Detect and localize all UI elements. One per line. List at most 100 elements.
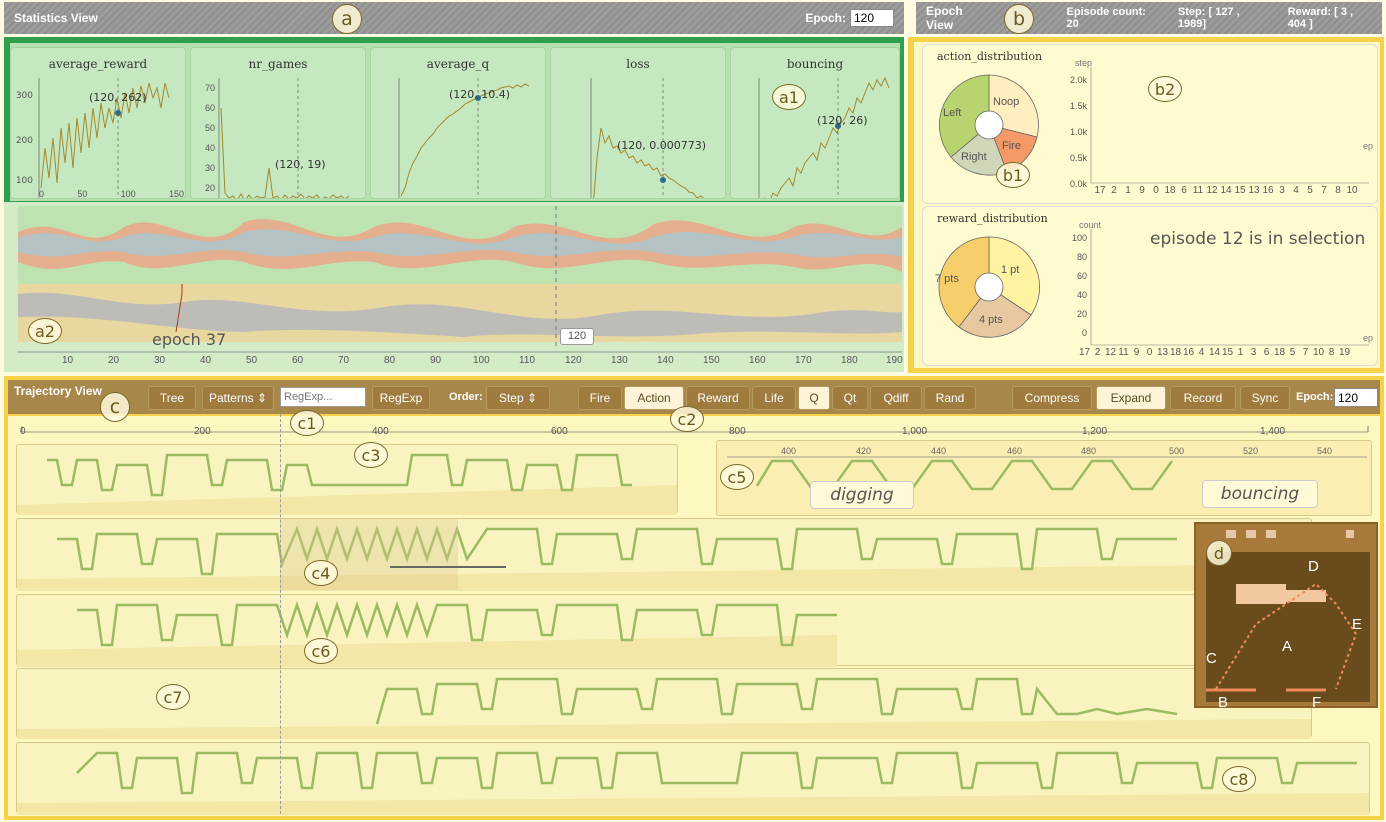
game-label-a: A bbox=[1282, 638, 1293, 655]
trajectory-line bbox=[17, 525, 1311, 591]
xtick: 16 bbox=[1182, 347, 1195, 358]
epoch-label: Epoch: bbox=[805, 11, 846, 25]
order-select[interactable]: Step ⇕ bbox=[486, 386, 550, 410]
rand-button[interactable]: Rand bbox=[924, 386, 976, 410]
xtick: 14 bbox=[1208, 347, 1221, 358]
xlabel: ep bbox=[1363, 333, 1374, 343]
action-button[interactable]: Action bbox=[624, 386, 684, 410]
xtick: 4 bbox=[1293, 185, 1299, 196]
game-label-b: B bbox=[1218, 694, 1229, 711]
xtick: 20 bbox=[108, 355, 120, 366]
action-distribution-card[interactable]: action_distribution Left Noop Fire Right… bbox=[922, 44, 1378, 204]
traj-xtick: 200 bbox=[194, 426, 211, 437]
ytick: 70 bbox=[204, 83, 215, 93]
xtick: 9 bbox=[1139, 185, 1145, 196]
traj-xtick: 0 bbox=[20, 426, 26, 437]
xtick: 190 bbox=[886, 355, 903, 366]
xtick: 18 bbox=[1164, 185, 1176, 196]
regexp-button[interactable]: RegExp bbox=[372, 386, 430, 410]
traj-xtick: 1,400 bbox=[1260, 426, 1286, 437]
traj-xtick: 1,200 bbox=[1082, 426, 1108, 437]
zoom-xtick: 420 bbox=[856, 446, 872, 456]
epoch-marker[interactable]: 120 bbox=[560, 328, 594, 345]
pie-slice-right: Right bbox=[961, 151, 987, 163]
ytick: 40 bbox=[1076, 290, 1087, 300]
stat-panel-loss[interactable]: loss (120, 0.000773) bbox=[550, 47, 726, 199]
expand-button[interactable]: Expand bbox=[1096, 386, 1166, 410]
q-button[interactable]: Q bbox=[798, 386, 830, 410]
xtick: 2 bbox=[1094, 347, 1101, 358]
patterns-label: Patterns bbox=[208, 391, 254, 405]
xtick: 3 bbox=[1250, 347, 1257, 358]
ytick: 300 bbox=[16, 91, 33, 101]
traj-xtick: 600 bbox=[551, 426, 568, 437]
xtick: 140 bbox=[657, 355, 674, 366]
trajectory-row[interactable] bbox=[16, 668, 1312, 739]
xtick: 14 bbox=[1220, 185, 1232, 196]
xtick: 10 bbox=[1312, 347, 1325, 358]
ytick: 0.0k bbox=[1069, 179, 1087, 189]
stat-panel-average-q[interactable]: average_q (120, 10.4) bbox=[370, 47, 546, 199]
zoom-xtick: 460 bbox=[1007, 446, 1023, 456]
record-button[interactable]: Record bbox=[1170, 386, 1236, 410]
stat-panel-average-reward[interactable]: average_reward 300 200 100 (120, 262) 0 … bbox=[10, 47, 186, 199]
order-value: Step bbox=[498, 391, 524, 405]
xtick: 10 bbox=[1346, 185, 1358, 196]
patterns-select[interactable]: Patterns ⇕ bbox=[202, 386, 274, 410]
xtick: 12 bbox=[1206, 185, 1218, 196]
statistics-header: Statistics View Epoch: bbox=[4, 2, 904, 34]
marker-c4: c4 bbox=[304, 560, 338, 586]
order-label: Order: bbox=[449, 391, 483, 403]
reward-range: Reward: [ 3 , 404 ] bbox=[1287, 6, 1354, 30]
qt-button[interactable]: Qt bbox=[832, 386, 868, 410]
xtick: 17 bbox=[1078, 347, 1091, 358]
xtick: 150 bbox=[703, 355, 720, 366]
stat-panel-nr-games[interactable]: nr_games (120, 19) 70 60 50 40 30 20 bbox=[190, 47, 366, 199]
xtick: 16 bbox=[1262, 185, 1274, 196]
tree-button[interactable]: Tree bbox=[148, 386, 196, 410]
trajectory-row[interactable] bbox=[16, 594, 1312, 667]
traj-epoch-label: Epoch: bbox=[1296, 391, 1334, 403]
ytick: 20 bbox=[204, 183, 215, 193]
marker-c7: c7 bbox=[156, 684, 190, 710]
stream-graph-panel[interactable]: 10 20 30 40 50 60 70 80 90 100 110 120 1… bbox=[4, 202, 904, 372]
fire-button[interactable]: Fire bbox=[578, 386, 622, 410]
regexp-input[interactable] bbox=[280, 387, 366, 407]
reward-button[interactable]: Reward bbox=[686, 386, 750, 410]
trajectory-row[interactable] bbox=[16, 444, 678, 515]
ytick: 50 bbox=[204, 123, 215, 133]
action-xticks: 17 2 1 9 0 18 6 11 12 14 15 13 16 3 4 5 … bbox=[1093, 185, 1359, 196]
digging-label: digging bbox=[810, 481, 914, 509]
epoch-input[interactable] bbox=[850, 9, 894, 27]
stat-panel-bouncing[interactable]: bouncing (120, 26) bbox=[730, 47, 900, 199]
xtick: 180 bbox=[841, 355, 858, 366]
xtick: 3 bbox=[1279, 185, 1285, 196]
chevron-updown-icon: ⇕ bbox=[526, 391, 538, 405]
ytick: 2.0k bbox=[1069, 75, 1087, 85]
xtick: 6 bbox=[1263, 347, 1270, 358]
life-button[interactable]: Life bbox=[752, 386, 796, 410]
xtick: 0 bbox=[1146, 347, 1153, 358]
trajectory-row[interactable] bbox=[16, 518, 1312, 591]
marker-b1: b1 bbox=[996, 162, 1030, 188]
ytick: 100 bbox=[16, 176, 33, 186]
marker-b2: b2 bbox=[1148, 76, 1182, 102]
ytick: 1.0k bbox=[1069, 127, 1087, 137]
game-label-c: C bbox=[1206, 650, 1217, 667]
zoom-xtick: 480 bbox=[1081, 446, 1097, 456]
compress-button[interactable]: Compress bbox=[1012, 386, 1092, 410]
xtick: 7 bbox=[1321, 185, 1327, 196]
trajectory-row[interactable] bbox=[16, 742, 1370, 815]
xtick: 30 bbox=[154, 355, 166, 366]
sync-button[interactable]: Sync bbox=[1240, 386, 1290, 410]
traj-epoch-input[interactable] bbox=[1334, 388, 1378, 407]
brush-range[interactable] bbox=[390, 566, 506, 568]
xtick: 5 bbox=[1307, 185, 1313, 196]
zoom-xtick: 440 bbox=[931, 446, 947, 456]
qdiff-button[interactable]: Qdiff bbox=[870, 386, 922, 410]
xtick: 170 bbox=[795, 355, 812, 366]
xtick: 160 bbox=[749, 355, 766, 366]
zoom-xtick: 400 bbox=[781, 446, 797, 456]
stat-annotation: (120, 0.000773) bbox=[617, 139, 707, 152]
xtick: 80 bbox=[384, 355, 396, 366]
